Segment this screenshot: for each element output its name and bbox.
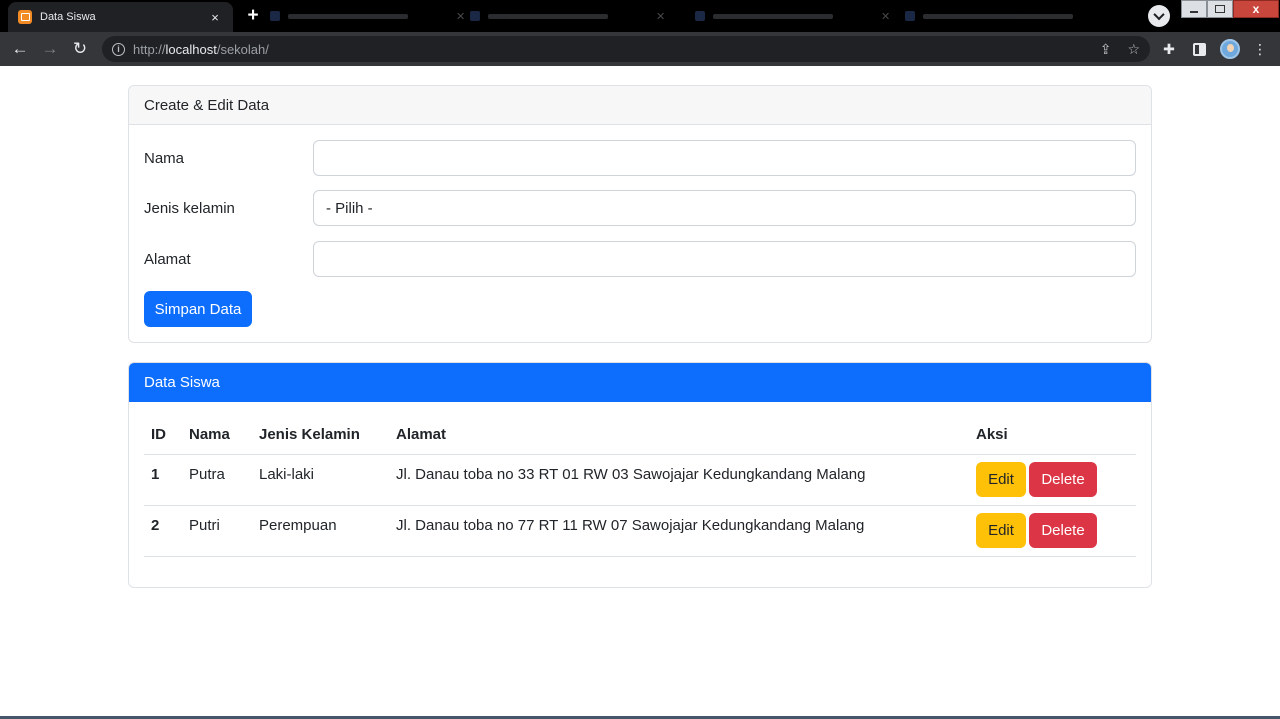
share-icon[interactable]: ⇪ bbox=[1100, 40, 1112, 58]
tab-favicon-icon bbox=[470, 11, 480, 21]
back-arrow-icon[interactable]: ← bbox=[9, 38, 31, 60]
cell-jenis-kelamin: Laki-laki bbox=[252, 454, 389, 506]
side-panel-icon[interactable] bbox=[1193, 43, 1206, 56]
browser-toolbar: ← → ↻ i http://localhost/sekolah/ ⇪ ☆ ✚ … bbox=[0, 32, 1280, 66]
form-row-jenis-kelamin: Jenis kelamin - Pilih - bbox=[144, 190, 1136, 226]
url-text[interactable]: http://localhost/sekolah/ bbox=[133, 42, 269, 57]
create-edit-card: Create & Edit Data Nama Jenis kelamin - … bbox=[128, 85, 1152, 343]
form-row-nama: Nama bbox=[144, 140, 1136, 176]
cell-aksi: Edit Delete bbox=[969, 505, 1136, 557]
url-host: localhost bbox=[165, 41, 217, 57]
column-header-alamat: Alamat bbox=[389, 415, 969, 455]
alamat-label: Alamat bbox=[144, 250, 191, 268]
cell-nama: Putra bbox=[182, 454, 252, 506]
url-scheme: http:// bbox=[133, 41, 166, 57]
blurred-tab-title bbox=[713, 13, 833, 19]
window-controls: x bbox=[1181, 0, 1279, 18]
cell-jenis-kelamin: Perempuan bbox=[252, 505, 389, 557]
minimize-window-icon[interactable] bbox=[1181, 0, 1207, 18]
cell-id: 1 bbox=[144, 454, 182, 506]
tab-title: Data Siswa bbox=[40, 11, 96, 23]
create-edit-card-header: Create & Edit Data bbox=[129, 86, 1151, 125]
profile-avatar[interactable] bbox=[1220, 39, 1240, 59]
edit-button[interactable]: Edit bbox=[976, 461, 1026, 497]
reload-icon[interactable]: ↻ bbox=[69, 38, 91, 60]
background-tab[interactable] bbox=[905, 8, 1073, 24]
cell-alamat: Jl. Danau toba no 33 RT 01 RW 03 Sawojaj… bbox=[389, 454, 969, 506]
column-header-aksi: Aksi bbox=[969, 415, 1136, 455]
menu-kebab-icon[interactable]: ⋮ bbox=[1251, 40, 1269, 58]
site-info-icon[interactable]: i bbox=[112, 42, 125, 56]
new-tab-button[interactable]: + bbox=[242, 6, 264, 26]
tab-data-siswa[interactable]: Data Siswa × bbox=[8, 2, 233, 32]
tab-favicon-icon bbox=[695, 11, 705, 21]
tab-strip: Data Siswa × + ✕ ✕ ✕ x bbox=[0, 0, 1280, 32]
jenis-kelamin-select[interactable]: - Pilih - bbox=[313, 190, 1136, 226]
nama-input[interactable] bbox=[313, 140, 1136, 176]
xampp-favicon-icon bbox=[18, 10, 32, 24]
cell-alamat: Jl. Danau toba no 77 RT 11 RW 07 Sawojaj… bbox=[389, 505, 969, 557]
tab-favicon-icon bbox=[905, 11, 915, 21]
url-path: /sekolah/ bbox=[216, 41, 269, 57]
nama-label: Nama bbox=[144, 149, 185, 167]
tab-search-chevron-icon[interactable] bbox=[1148, 5, 1170, 27]
background-tab[interactable]: ✕ bbox=[270, 8, 465, 24]
jenis-kelamin-label: Jenis kelamin bbox=[144, 199, 235, 217]
bookmark-star-icon[interactable]: ☆ bbox=[1127, 40, 1140, 58]
siswa-table: ID Nama Jenis Kelamin Alamat Aksi 1 Putr… bbox=[144, 415, 1136, 557]
extensions-puzzle-icon[interactable]: ✚ bbox=[1160, 40, 1178, 58]
background-tab[interactable]: ✕ bbox=[695, 8, 890, 24]
cell-id: 2 bbox=[144, 505, 182, 557]
table-row: 1 Putra Laki-laki Jl. Danau toba no 33 R… bbox=[144, 454, 1136, 506]
close-window-icon[interactable]: x bbox=[1233, 0, 1279, 18]
omnibox-actions: ⇪ ☆ bbox=[1100, 40, 1140, 58]
table-row: 2 Putri Perempuan Jl. Danau toba no 77 R… bbox=[144, 505, 1136, 557]
column-header-id: ID bbox=[144, 415, 182, 455]
delete-button[interactable]: Delete bbox=[1029, 512, 1097, 548]
blurred-tab-title bbox=[288, 13, 408, 19]
alamat-input[interactable] bbox=[313, 241, 1136, 277]
column-header-nama: Nama bbox=[182, 415, 252, 455]
tab-favicon-icon bbox=[270, 11, 280, 21]
close-tab-icon[interactable]: ✕ bbox=[656, 10, 665, 23]
data-siswa-card: Data Siswa ID Nama Jenis Kelamin Alamat … bbox=[128, 362, 1152, 588]
data-siswa-card-header: Data Siswa bbox=[129, 363, 1151, 402]
delete-button[interactable]: Delete bbox=[1029, 461, 1097, 497]
blurred-tab-title bbox=[488, 13, 608, 19]
edit-button[interactable]: Edit bbox=[976, 512, 1026, 548]
simpan-data-button[interactable]: Simpan Data bbox=[144, 291, 252, 327]
close-tab-icon[interactable]: ✕ bbox=[881, 10, 890, 23]
maximize-window-icon[interactable] bbox=[1207, 0, 1233, 18]
cell-aksi: Edit Delete bbox=[969, 454, 1136, 506]
close-tab-icon[interactable]: × bbox=[207, 10, 223, 25]
background-tab[interactable]: ✕ bbox=[470, 8, 665, 24]
cell-nama: Putri bbox=[182, 505, 252, 557]
address-bar[interactable]: i http://localhost/sekolah/ ⇪ ☆ bbox=[102, 36, 1150, 62]
table-header-row: ID Nama Jenis Kelamin Alamat Aksi bbox=[144, 415, 1136, 455]
column-header-jenis-kelamin: Jenis Kelamin bbox=[252, 415, 389, 455]
blurred-tab-title bbox=[923, 13, 1073, 19]
form-row-alamat: Alamat bbox=[144, 241, 1136, 277]
close-tab-icon[interactable]: ✕ bbox=[456, 10, 465, 23]
forward-arrow-icon[interactable]: → bbox=[39, 38, 61, 60]
